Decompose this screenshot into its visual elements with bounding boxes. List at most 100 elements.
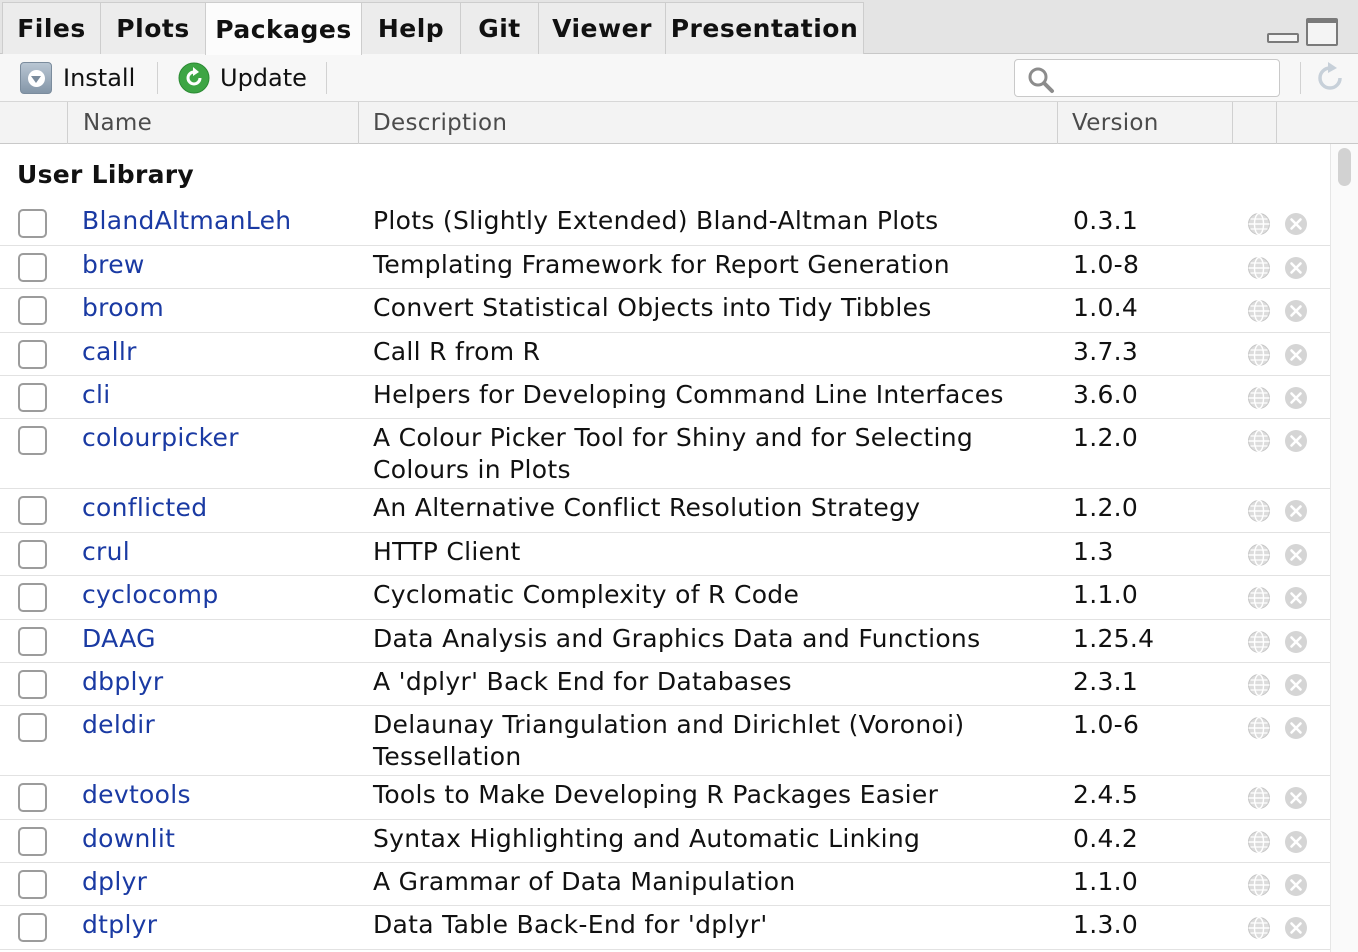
column-header-name[interactable]: Name bbox=[83, 102, 152, 144]
package-loaded-checkbox[interactable] bbox=[18, 913, 47, 942]
tab-git[interactable]: Git bbox=[460, 2, 539, 54]
package-row: cli Helpers for Developing Command Line I… bbox=[0, 376, 1330, 419]
column-header-description[interactable]: Description bbox=[373, 102, 507, 144]
remove-icon[interactable] bbox=[1284, 386, 1308, 410]
package-description: Templating Framework for Report Generati… bbox=[373, 250, 950, 279]
package-name-link[interactable]: cli bbox=[82, 380, 111, 409]
globe-icon[interactable] bbox=[1247, 256, 1271, 280]
package-loaded-checkbox[interactable] bbox=[18, 209, 47, 238]
package-version: 1.0.4 bbox=[1073, 293, 1139, 322]
globe-icon[interactable] bbox=[1247, 873, 1271, 897]
remove-icon[interactable] bbox=[1284, 343, 1308, 367]
package-name-link[interactable]: BlandAltmanLeh bbox=[82, 206, 291, 235]
package-name-link[interactable]: conflicted bbox=[82, 493, 207, 522]
globe-icon[interactable] bbox=[1247, 299, 1271, 323]
package-description: Plots (Slightly Extended) Bland-Altman P… bbox=[373, 206, 939, 235]
package-name-link[interactable]: broom bbox=[82, 293, 164, 322]
package-name-link[interactable]: DAAG bbox=[82, 624, 156, 653]
globe-icon[interactable] bbox=[1247, 543, 1271, 567]
globe-icon[interactable] bbox=[1247, 630, 1271, 654]
package-name-link[interactable]: crul bbox=[82, 537, 130, 566]
remove-icon[interactable] bbox=[1284, 256, 1308, 280]
package-loaded-checkbox[interactable] bbox=[18, 627, 47, 656]
search-input[interactable] bbox=[1065, 64, 1270, 92]
package-row: callr Call R from R 3.7.3 bbox=[0, 333, 1330, 376]
remove-icon[interactable] bbox=[1284, 873, 1308, 897]
minimize-pane-button[interactable] bbox=[1267, 33, 1299, 43]
package-name-link[interactable]: devtools bbox=[82, 780, 191, 809]
globe-icon[interactable] bbox=[1247, 586, 1271, 610]
package-loaded-checkbox[interactable] bbox=[18, 713, 47, 742]
package-version: 1.0-8 bbox=[1073, 250, 1140, 279]
column-divider bbox=[1232, 102, 1233, 144]
package-loaded-checkbox[interactable] bbox=[18, 583, 47, 612]
package-name-link[interactable]: brew bbox=[82, 250, 145, 279]
package-version: 0.4.2 bbox=[1073, 824, 1139, 853]
package-row: BlandAltmanLeh Plots (Slightly Extended) … bbox=[0, 202, 1330, 246]
package-loaded-checkbox[interactable] bbox=[18, 296, 47, 325]
package-row: devtools Tools to Make Developing R Packa… bbox=[0, 776, 1330, 820]
remove-icon[interactable] bbox=[1284, 212, 1308, 236]
globe-icon[interactable] bbox=[1247, 429, 1271, 453]
package-loaded-checkbox[interactable] bbox=[18, 253, 47, 282]
package-loaded-checkbox[interactable] bbox=[18, 383, 47, 412]
remove-icon[interactable] bbox=[1284, 429, 1308, 453]
toolbar-divider bbox=[157, 62, 158, 94]
tab-viewer[interactable]: Viewer bbox=[538, 2, 666, 54]
vertical-scrollbar[interactable] bbox=[1330, 144, 1358, 952]
package-name-link[interactable]: callr bbox=[82, 337, 137, 366]
package-name-link[interactable]: cyclocomp bbox=[82, 580, 219, 609]
refresh-icon[interactable] bbox=[1312, 60, 1348, 96]
remove-icon[interactable] bbox=[1284, 786, 1308, 810]
package-loaded-checkbox[interactable] bbox=[18, 870, 47, 899]
package-loaded-checkbox[interactable] bbox=[18, 783, 47, 812]
remove-icon[interactable] bbox=[1284, 586, 1308, 610]
tab-help[interactable]: Help bbox=[361, 2, 461, 54]
package-name-link[interactable]: colourpicker bbox=[82, 423, 239, 452]
install-button[interactable]: Install bbox=[20, 60, 135, 96]
package-loaded-checkbox[interactable] bbox=[18, 496, 47, 525]
globe-icon[interactable] bbox=[1247, 673, 1271, 697]
globe-icon[interactable] bbox=[1247, 716, 1271, 740]
globe-icon[interactable] bbox=[1247, 343, 1271, 367]
section-title: User Library bbox=[17, 160, 194, 189]
package-version: 1.3 bbox=[1073, 537, 1114, 566]
package-loaded-checkbox[interactable] bbox=[18, 670, 47, 699]
package-description: Delaunay Triangulation and Dirichlet (Vo… bbox=[373, 710, 965, 771]
package-row: brew Templating Framework for Report Gene… bbox=[0, 246, 1330, 289]
globe-icon[interactable] bbox=[1247, 212, 1271, 236]
tab-files[interactable]: Files bbox=[2, 2, 101, 54]
remove-icon[interactable] bbox=[1284, 916, 1308, 940]
tab-packages[interactable]: Packages bbox=[205, 2, 362, 55]
globe-icon[interactable] bbox=[1247, 786, 1271, 810]
package-loaded-checkbox[interactable] bbox=[18, 827, 47, 856]
package-loaded-checkbox[interactable] bbox=[18, 426, 47, 455]
globe-icon[interactable] bbox=[1247, 830, 1271, 854]
tab-presentation[interactable]: Presentation bbox=[665, 2, 864, 54]
remove-icon[interactable] bbox=[1284, 830, 1308, 854]
package-loaded-checkbox[interactable] bbox=[18, 540, 47, 569]
globe-icon[interactable] bbox=[1247, 916, 1271, 940]
package-name-link[interactable]: downlit bbox=[82, 824, 175, 853]
remove-icon[interactable] bbox=[1284, 543, 1308, 567]
scrollbar-thumb[interactable] bbox=[1338, 148, 1351, 186]
column-header-version[interactable]: Version bbox=[1072, 102, 1159, 144]
globe-icon[interactable] bbox=[1247, 499, 1271, 523]
update-button[interactable]: Update bbox=[178, 60, 307, 96]
package-name-link[interactable]: dbplyr bbox=[82, 667, 163, 696]
remove-icon[interactable] bbox=[1284, 499, 1308, 523]
package-name-link[interactable]: dtplyr bbox=[82, 910, 157, 939]
package-name-link[interactable]: deldir bbox=[82, 710, 155, 739]
package-name-link[interactable]: dplyr bbox=[82, 867, 147, 896]
remove-icon[interactable] bbox=[1284, 630, 1308, 654]
package-loaded-checkbox[interactable] bbox=[18, 340, 47, 369]
column-divider bbox=[358, 102, 359, 144]
remove-icon[interactable] bbox=[1284, 716, 1308, 740]
package-search-box[interactable] bbox=[1014, 59, 1280, 97]
maximize-pane-button[interactable] bbox=[1306, 18, 1338, 46]
tab-plots[interactable]: Plots bbox=[100, 2, 206, 54]
remove-icon[interactable] bbox=[1284, 299, 1308, 323]
package-row: downlit Syntax Highlighting and Automatic… bbox=[0, 820, 1330, 863]
remove-icon[interactable] bbox=[1284, 673, 1308, 697]
globe-icon[interactable] bbox=[1247, 386, 1271, 410]
